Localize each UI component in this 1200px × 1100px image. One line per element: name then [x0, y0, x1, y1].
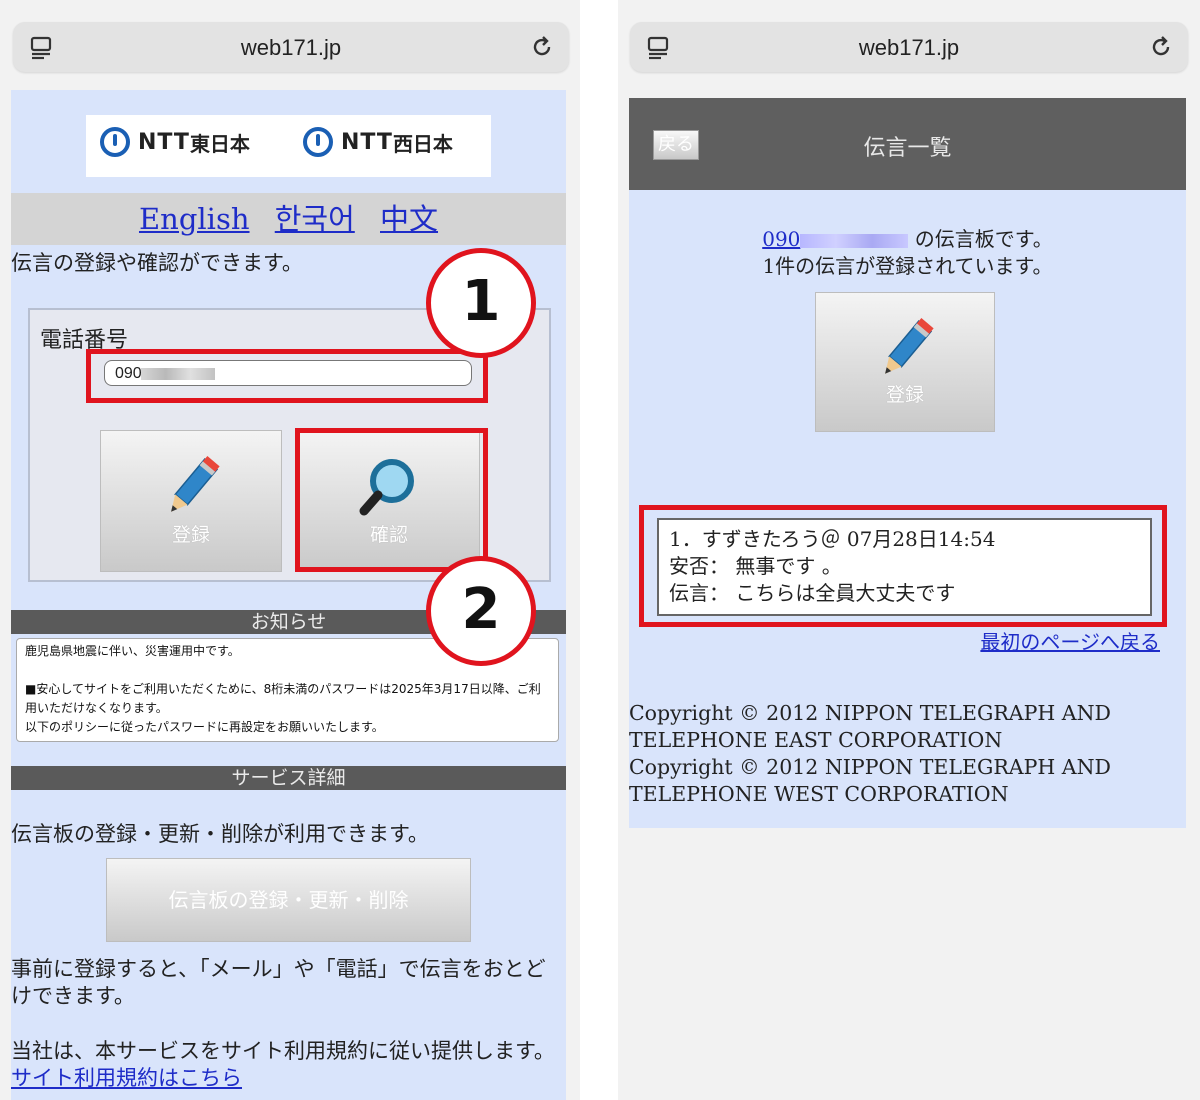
address-bar[interactable]: web171.jp [630, 22, 1188, 72]
service-text: 伝言板の登録・更新・削除が利用できます。 [11, 822, 429, 846]
terms-text: 当社は、本サービスをサイト利用規約に従い提供します。 [11, 1039, 555, 1063]
right-phone-screen: web171.jp 戻る 伝言一覧 090 の伝言板です。 1件の伝言が登録され… [618, 0, 1200, 1100]
highlight-message-entry [639, 505, 1167, 627]
page-title: 伝言一覧 [863, 136, 952, 161]
back-to-first-page-link[interactable]: 最初のページへ戻る [980, 626, 1160, 655]
notice-line: ■安心してサイトをご利用いただくために、8桁未満のパスワードは2025年3月17… [25, 682, 541, 715]
register-button[interactable]: 登録 [815, 292, 995, 432]
pencil-icon [171, 456, 220, 512]
lang-korean-link[interactable]: 한국어 [275, 202, 355, 236]
preregister-text: 事前に登録すると、「メール」や「電話」で伝言をおとどけできます。 [11, 957, 546, 1008]
terms-link[interactable]: サイト利用規約はこちら [11, 1066, 242, 1090]
ntt-logos: NTT 東日本 NTT 西日本 [86, 115, 491, 177]
url-text: web171.jp [858, 35, 960, 60]
board-suffix: の伝言板です。 [914, 227, 1053, 251]
address-bar[interactable]: web171.jp [13, 22, 569, 72]
language-bar: English 한국어 中文 [11, 193, 566, 245]
board-owner-line: 090 の伝言板です。 [629, 226, 1186, 252]
highlight-phone-input [86, 349, 488, 403]
ntt-logo-mark-icon [303, 127, 333, 157]
copyright-west: Copyright © 2012 NIPPON TELEGRAPH AND TE… [629, 755, 1111, 806]
board-number-link[interactable]: 090 [762, 227, 909, 251]
ntt-east-logo: NTT 東日本 [100, 127, 250, 157]
intro-text: 伝言の登録や確認ができます。 [11, 251, 303, 275]
register-button-label: 登録 [885, 384, 924, 406]
lang-chinese-link[interactable]: 中文 [380, 202, 438, 236]
page-header: 戻る 伝言一覧 [629, 98, 1186, 190]
service-heading: サービス詳細 [11, 766, 566, 790]
url-text: web171.jp [240, 35, 342, 60]
reload-icon[interactable] [529, 34, 555, 60]
pencil-icon [885, 318, 934, 374]
step-marker-1: 1 [426, 248, 536, 358]
redacted-number [800, 233, 909, 248]
register-button[interactable]: 登録 [100, 430, 282, 572]
message-count: 1件の伝言が登録されています。 [762, 254, 1053, 278]
notice-line: 以下のポリシーに従ったパスワードに再設定をお願いいたします。 [25, 720, 384, 734]
ntt-west-logo: NTT 西日本 [303, 127, 453, 157]
highlight-confirm-button [295, 428, 488, 572]
board-number: 090 [762, 227, 801, 251]
reload-icon[interactable] [1148, 34, 1174, 60]
ntt-east-name: NTT [138, 129, 190, 155]
terms-paragraph: 当社は、本サービスをサイト利用規約に従い提供します。 サイト利用規約はこちら [11, 1038, 561, 1092]
ntt-west-region: 西日本 [392, 131, 453, 156]
copyright: Copyright © 2012 NIPPON TELEGRAPH AND TE… [629, 700, 1186, 808]
left-phone-screen: web171.jp NTT 東日本 NTT 西日本 English 한국어 中文… [0, 0, 580, 1100]
copyright-east: Copyright © 2012 NIPPON TELEGRAPH AND TE… [629, 701, 1111, 752]
ntt-west-name: NTT [341, 129, 393, 155]
lang-english-link[interactable]: English [139, 202, 250, 236]
ntt-logo-mark-icon [100, 127, 130, 157]
step-marker-2: 2 [426, 556, 536, 666]
board-manage-button[interactable]: 伝言板の登録・更新・削除 [106, 858, 471, 942]
web-page: 戻る 伝言一覧 090 の伝言板です。 1件の伝言が登録されています。 登録 1… [629, 98, 1186, 828]
ntt-east-region: 東日本 [189, 131, 250, 156]
register-button-label: 登録 [171, 524, 210, 546]
